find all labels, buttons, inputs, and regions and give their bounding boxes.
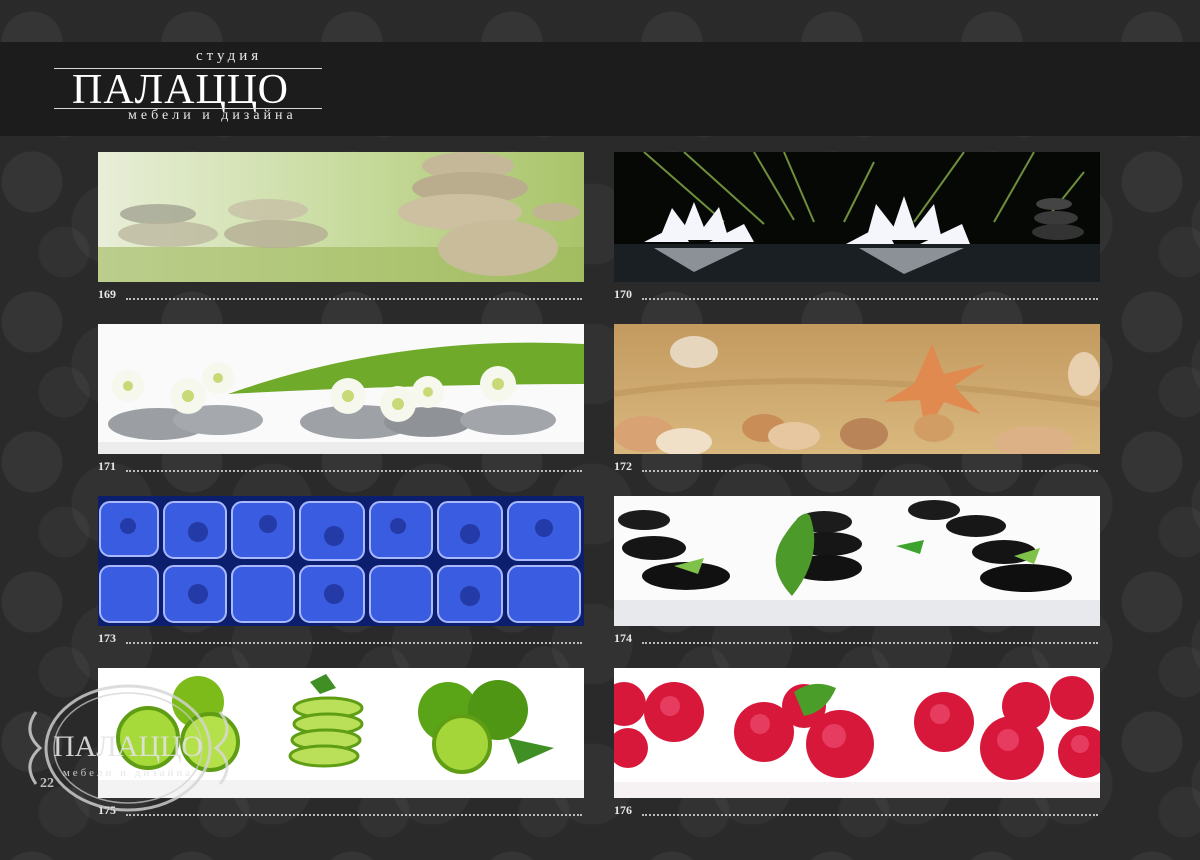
image-black-stones-leaves (614, 496, 1100, 626)
caption-row: 173 (98, 631, 584, 649)
dotted-line (642, 470, 1098, 472)
item-number: 176 (614, 803, 632, 817)
image-spa-stones-green (98, 152, 584, 282)
item-number: 173 (98, 631, 116, 645)
image-water-lilies (614, 152, 1100, 282)
image-raspberries (614, 668, 1100, 798)
caption-row: 171 (98, 459, 584, 477)
image-orchids-stones (98, 324, 584, 454)
watermark-sub-text: мебели и дизайна (63, 767, 193, 779)
watermark-main-text: ПАЛАЦЦО (53, 730, 203, 763)
dotted-line (126, 642, 582, 644)
dotted-line (126, 470, 582, 472)
image-blue-ice-cubes (98, 496, 584, 626)
logo-main-text: ПАЛАЦЦО (72, 67, 289, 113)
image-sand-shells (614, 324, 1100, 454)
dotted-line (642, 298, 1098, 300)
caption-row: 170 (614, 287, 1100, 305)
logo-sub-text: мебели и дизайна (128, 108, 297, 123)
page-number: 22 (40, 776, 54, 791)
item-number: 172 (614, 459, 632, 473)
dotted-line (642, 814, 1098, 816)
dotted-line (126, 298, 582, 300)
dotted-line (642, 642, 1098, 644)
caption-row: 176 (614, 803, 1100, 821)
caption-row: 172 (614, 459, 1100, 477)
watermark-logo: ПАЛАЦЦО мебели и дизайна (16, 672, 266, 822)
item-number: 174 (614, 631, 632, 645)
brand-logo: студия ПАЛАЦЦО мебели и дизайна (54, 48, 324, 128)
item-number: 171 (98, 459, 116, 473)
item-number: 169 (98, 287, 116, 301)
logo-top-text: студия (196, 48, 263, 64)
caption-row: 169 (98, 287, 584, 305)
item-number: 170 (614, 287, 632, 301)
caption-row: 174 (614, 631, 1100, 649)
